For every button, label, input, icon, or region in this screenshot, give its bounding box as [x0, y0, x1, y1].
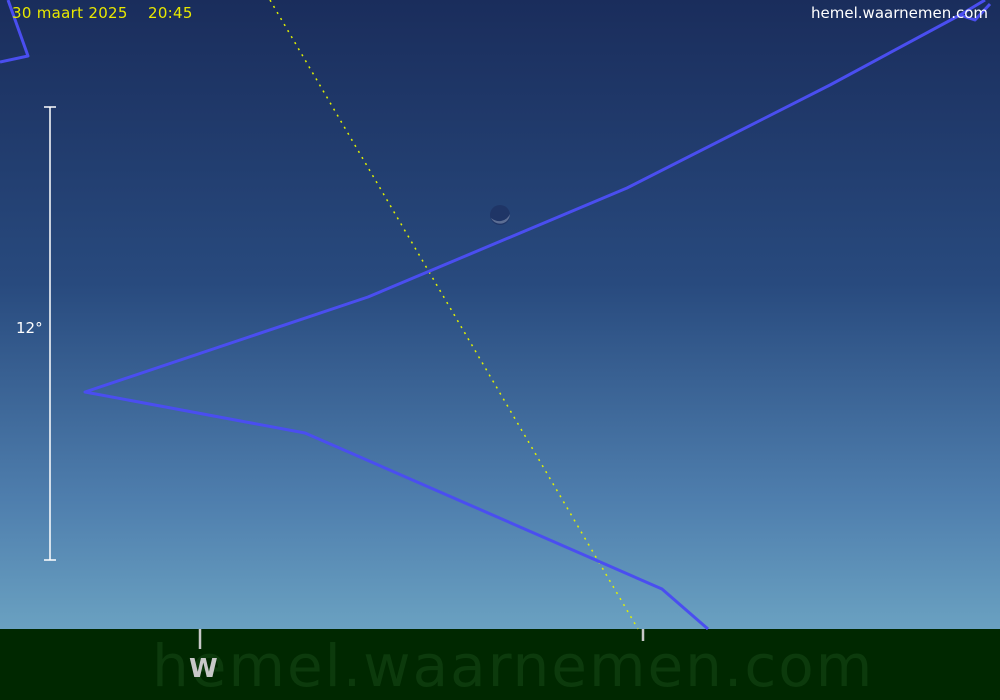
- sky-overlay: [0, 0, 992, 649]
- ecliptic-line: [269, 0, 639, 630]
- sky-chart: hemel.waarnemen.com 30 maart 2025 20:45 …: [0, 0, 1000, 700]
- crescent-moon-icon[interactable]: [490, 205, 510, 225]
- scale-bar: [44, 106, 56, 561]
- time-label: 20:45: [148, 4, 193, 22]
- scale-label: 12°: [16, 319, 43, 337]
- compass-label-west: W: [189, 654, 218, 684]
- constellation-line-main: [83, 0, 986, 631]
- date-label: 30 maart 2025: [12, 4, 128, 22]
- site-name: hemel.waarnemen.com: [811, 4, 988, 22]
